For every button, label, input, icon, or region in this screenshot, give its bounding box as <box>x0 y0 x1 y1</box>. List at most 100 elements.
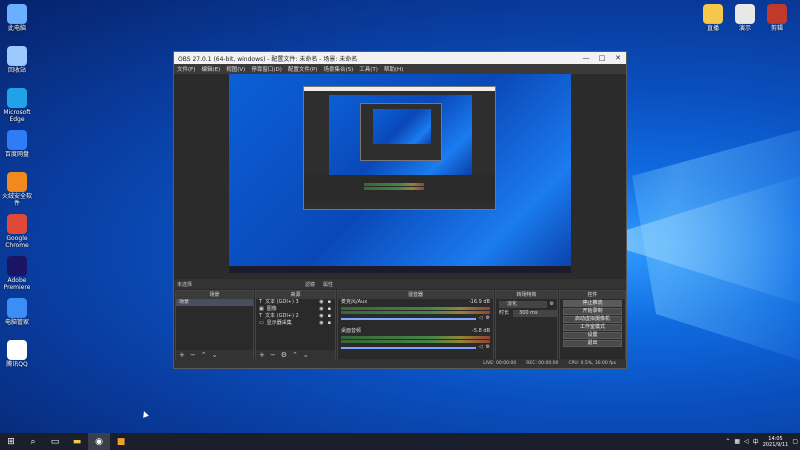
title-bar[interactable]: OBS 27.0.1 (64-bit, windows) - 配置文件: 未命名… <box>174 52 626 64</box>
close-icon[interactable]: ✕ <box>610 54 626 62</box>
desktop-icon[interactable]: 剪辑 <box>760 4 794 32</box>
notification-icon[interactable]: ▢ <box>792 438 798 445</box>
menu-item[interactable]: 视图(V) <box>226 65 245 73</box>
task-view-icon[interactable]: ▭ <box>44 433 66 450</box>
app-taskbar-icon[interactable]: ■ <box>110 433 132 450</box>
source-label: 图像 <box>266 306 277 312</box>
desktop-icon[interactable]: 演示 <box>728 4 762 32</box>
eye-icon[interactable]: ◉ <box>319 313 323 320</box>
remove-icon[interactable]: − <box>270 351 276 359</box>
gear-icon[interactable]: ⚙ <box>281 351 287 359</box>
monitor-icon: ▭ <box>259 320 264 326</box>
source-item[interactable]: T 文本 (GDI+) 2 ◉ ▪ <box>256 313 335 320</box>
control-button[interactable]: 开始录制 <box>563 308 622 315</box>
desktop-icon-label: Microsoft Edge <box>3 109 31 123</box>
control-button[interactable]: 启动虚拟摄像机 <box>563 316 622 323</box>
lock-icon[interactable]: ▪ <box>328 299 331 306</box>
desktop-icon[interactable]: 回收站 <box>0 46 34 74</box>
speaker-icon[interactable]: ◁ <box>479 315 483 322</box>
desktop-icon[interactable]: Google Chrome <box>0 214 34 249</box>
minimize-icon[interactable]: — <box>578 54 594 62</box>
mixer-channel-header: 桌面音频 -5.8 dB <box>338 328 493 335</box>
menu-item[interactable]: 配置文件(P) <box>288 65 318 73</box>
desktop-icon-label: Google Chrome <box>5 235 29 249</box>
huorong-icon <box>7 172 27 192</box>
volume-slider[interactable] <box>341 346 476 349</box>
eye-icon[interactable]: ◉ <box>319 306 323 313</box>
obs-taskbar-icon[interactable]: ◉ <box>88 433 110 450</box>
lock-icon[interactable]: ▪ <box>328 313 331 320</box>
chevron-up-icon[interactable]: ⌃ <box>725 438 730 445</box>
source-item[interactable]: ▭ 显示器采集 ◉ ▪ <box>256 320 335 327</box>
duration-input[interactable]: 300 ms <box>513 310 557 317</box>
network-icon[interactable]: ▦ <box>734 438 740 445</box>
search-icon[interactable]: ⌕ <box>22 433 44 450</box>
desktop-icon[interactable]: Microsoft Edge <box>0 88 34 123</box>
menu-item[interactable]: 文件(F) <box>177 65 195 73</box>
speaker-icon[interactable]: ◁ <box>479 344 483 351</box>
source-item[interactable]: ▣ 图像 ◉ ▪ <box>256 306 335 313</box>
filter-button[interactable]: 滤镜 <box>305 281 315 288</box>
scene-item[interactable]: 场景 <box>176 299 253 306</box>
mixer-dock-title: 混音器 <box>338 291 493 299</box>
sources-dock: 来源 T 文本 (GDI+) 3 ◉ ▪ ▣ 图像 ◉ ▪ T 文本 (GDI+) 2 ◉ ▪ ▭ 显示器… <box>255 290 336 360</box>
control-button[interactable]: 停止推流 <box>563 300 622 307</box>
maximize-icon[interactable]: □ <box>594 54 610 62</box>
control-button[interactable]: 退出 <box>563 340 622 347</box>
duration-row: 时长 300 ms <box>496 310 557 317</box>
volume-icon[interactable]: ◁ <box>744 438 749 445</box>
menu-bar: 文件(F) 编辑(E) 视图(V) 停靠窗口(D) 配置文件(P) 场景集合(S) 工具(T… <box>174 64 626 74</box>
menu-item[interactable]: 编辑(E) <box>201 65 220 73</box>
image-icon: ▣ <box>259 306 264 312</box>
desktop-icon[interactable]: 此电脑 <box>0 4 34 32</box>
remove-icon[interactable]: − <box>190 351 196 359</box>
down-icon[interactable]: ⌄ <box>212 351 218 359</box>
mixer-channel: 桌面音频 -5.8 dB ◁ ⚙ <box>338 328 493 351</box>
gear-icon[interactable]: ⚙ <box>486 315 490 322</box>
add-icon[interactable]: + <box>179 351 185 359</box>
up-icon[interactable]: ⌃ <box>201 351 207 359</box>
desktop-icon-label: 回收站 <box>7 67 26 74</box>
eye-icon[interactable]: ◉ <box>319 299 323 306</box>
taskbar: ⊞ ⌕ ▭ ▬ ◉ ■ ⌃ ▦ ◁ 中 14:05 2021/9/11 ▢ <box>0 433 800 450</box>
properties-button[interactable]: 属性 <box>323 281 333 288</box>
gear-icon[interactable]: ⚙ <box>486 344 490 351</box>
volume-slider[interactable] <box>341 317 476 320</box>
desktop-icon[interactable]: 电脑管家 <box>0 298 34 326</box>
transition-select[interactable]: 淡化 ⚙ <box>496 301 557 308</box>
preview-canvas[interactable] <box>229 74 571 273</box>
desktop-icon[interactable]: Adobe Premiere <box>0 256 34 291</box>
preview-area[interactable] <box>174 74 626 279</box>
desktop-icon[interactable]: 百度网盘 <box>0 130 34 158</box>
menu-item[interactable]: 工具(T) <box>359 65 378 73</box>
pc-manager-icon <box>7 298 27 318</box>
channel-db: -5.8 dB <box>472 328 490 334</box>
menu-item[interactable]: 帮助(H) <box>384 65 403 73</box>
menu-item[interactable]: 停靠窗口(D) <box>251 65 282 73</box>
obs-window[interactable]: OBS 27.0.1 (64-bit, windows) - 配置文件: 未命名… <box>173 51 627 369</box>
source-label: 文本 (GDI+) 2 <box>265 313 299 319</box>
channel-db: -16.9 dB <box>468 299 490 305</box>
start-button[interactable]: ⊞ <box>0 433 22 450</box>
text-icon: T <box>259 299 263 305</box>
eye-icon[interactable]: ◉ <box>319 320 323 327</box>
lock-icon[interactable]: ▪ <box>328 320 331 327</box>
lock-icon[interactable]: ▪ <box>328 306 331 313</box>
file-explorer-icon[interactable]: ▬ <box>66 433 88 450</box>
desktop-icon[interactable]: 腾讯QQ <box>0 340 34 368</box>
nested-obs-window <box>303 86 496 210</box>
menu-item[interactable]: 场景集合(S) <box>323 65 353 73</box>
clock[interactable]: 14:05 2021/9/11 <box>763 436 789 448</box>
up-icon[interactable]: ⌃ <box>292 351 298 359</box>
gear-icon[interactable]: ⚙ <box>550 301 554 308</box>
down-icon[interactable]: ⌄ <box>303 351 309 359</box>
desktop-icon-label: 剪辑 <box>770 25 783 32</box>
desktop-icon[interactable]: 火绒安全软件 <box>0 172 34 207</box>
transition-type[interactable]: 淡化 <box>499 301 547 308</box>
ime-indicator[interactable]: 中 <box>753 437 759 446</box>
control-button[interactable]: 设置 <box>563 332 622 339</box>
add-icon[interactable]: + <box>259 351 265 359</box>
desktop-icon[interactable]: 直播 <box>696 4 730 32</box>
source-item[interactable]: T 文本 (GDI+) 3 ◉ ▪ <box>256 299 335 306</box>
control-button[interactable]: 工作室模式 <box>563 324 622 331</box>
